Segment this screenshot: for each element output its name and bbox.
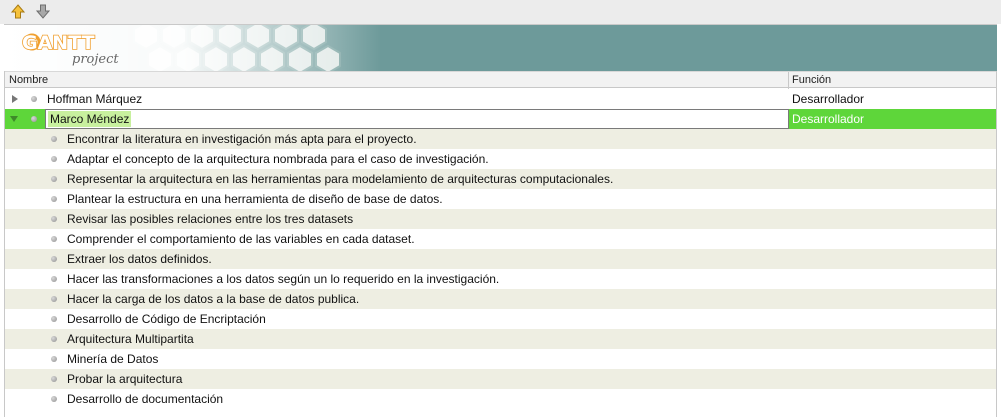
task-name: Comprender el comportamiento de las vari… (67, 232, 415, 246)
task-row[interactable]: Minería de Datos (5, 349, 996, 369)
resource-bullet-icon (31, 116, 37, 122)
task-bullet-icon (51, 296, 57, 302)
task-bullet-icon (51, 316, 57, 322)
task-name: Representar la arquitectura en las herra… (67, 172, 614, 186)
task-row[interactable]: Desarrollo de Código de Encriptación (5, 309, 996, 329)
task-row[interactable]: Hacer las transformaciones a los datos s… (5, 269, 996, 289)
task-name: Minería de Datos (67, 352, 159, 366)
collapse-triangle-icon[interactable] (10, 115, 18, 123)
task-bullet-icon (51, 216, 57, 222)
column-header-name[interactable]: Nombre (9, 73, 48, 87)
arrow-up-icon[interactable] (9, 3, 27, 21)
task-bullet-icon (51, 396, 57, 402)
task-bullet-icon (51, 336, 57, 342)
task-row[interactable]: Representar la arquitectura en las herra… (5, 169, 996, 189)
toolbar (0, 0, 1001, 24)
resource-name-selected-text[interactable]: Marco Méndez (48, 111, 132, 127)
task-row[interactable]: Arquitectura Multipartita (5, 329, 996, 349)
resource-function: Desarrollador (792, 112, 865, 126)
task-bullet-icon (51, 276, 57, 282)
task-bullet-icon (51, 376, 57, 382)
task-name: Plantear la estructura en una herramient… (67, 192, 443, 206)
logo-text: GANTT (22, 32, 95, 54)
table-header: Nombre Función (5, 71, 996, 89)
resource-row[interactable]: Hoffman Márquez Desarrollador (5, 89, 996, 109)
column-divider[interactable] (788, 72, 789, 89)
task-name: Encontrar la literatura en investigación… (67, 132, 417, 146)
resource-name: Hoffman Márquez (47, 92, 143, 106)
logo-subtext: project (72, 52, 119, 67)
task-row[interactable]: Revisar las posibles relaciones entre lo… (5, 209, 996, 229)
resource-table: Nombre Función Hoffman Márquez Desarroll… (4, 71, 997, 417)
task-bullet-icon (51, 256, 57, 262)
task-row[interactable]: Comprender el comportamiento de las vari… (5, 229, 996, 249)
resource-function: Desarrollador (792, 92, 865, 106)
task-name: Arquitectura Multipartita (67, 332, 194, 346)
task-name: Probar la arquitectura (67, 372, 183, 386)
expand-triangle-icon[interactable] (11, 95, 19, 103)
task-name: Desarrollo de Código de Encriptación (67, 312, 266, 326)
task-bullet-icon (51, 236, 57, 242)
task-name: Extraer los datos definidos. (67, 252, 212, 266)
task-name: Desarrollo de documentación (67, 392, 224, 406)
task-name: Hacer la carga de los datos a la base de… (67, 292, 360, 306)
task-name: Hacer las transformaciones a los datos s… (67, 272, 500, 286)
task-bullet-icon (51, 196, 57, 202)
task-row[interactable]: Extraer los datos definidos. (5, 249, 996, 269)
ganttproject-banner: GANTT project (4, 24, 997, 71)
resource-row-selected[interactable]: Marco Méndez Desarrollador (5, 109, 996, 129)
resource-bullet-icon (31, 96, 37, 102)
column-header-function[interactable]: Función (792, 73, 831, 87)
task-row[interactable]: Desarrollo de documentación (5, 389, 996, 409)
task-row[interactable]: Probar la arquitectura (5, 369, 996, 389)
task-row[interactable]: Hacer la carga de los datos a la base de… (5, 289, 996, 309)
task-row[interactable]: Encontrar la literatura en investigación… (5, 129, 996, 149)
task-bullet-icon (51, 356, 57, 362)
task-bullet-icon (51, 136, 57, 142)
arrow-down-icon[interactable] (34, 3, 52, 21)
task-name: Revisar las posibles relaciones entre lo… (67, 212, 354, 226)
task-row[interactable]: Adaptar el concepto de la arquitectura n… (5, 149, 996, 169)
task-name: Adaptar el concepto de la arquitectura n… (67, 152, 489, 166)
task-row[interactable]: Plantear la estructura en una herramient… (5, 189, 996, 209)
task-bullet-icon (51, 156, 57, 162)
task-bullet-icon (51, 176, 57, 182)
resource-name-editor[interactable]: Marco Méndez (45, 109, 789, 129)
